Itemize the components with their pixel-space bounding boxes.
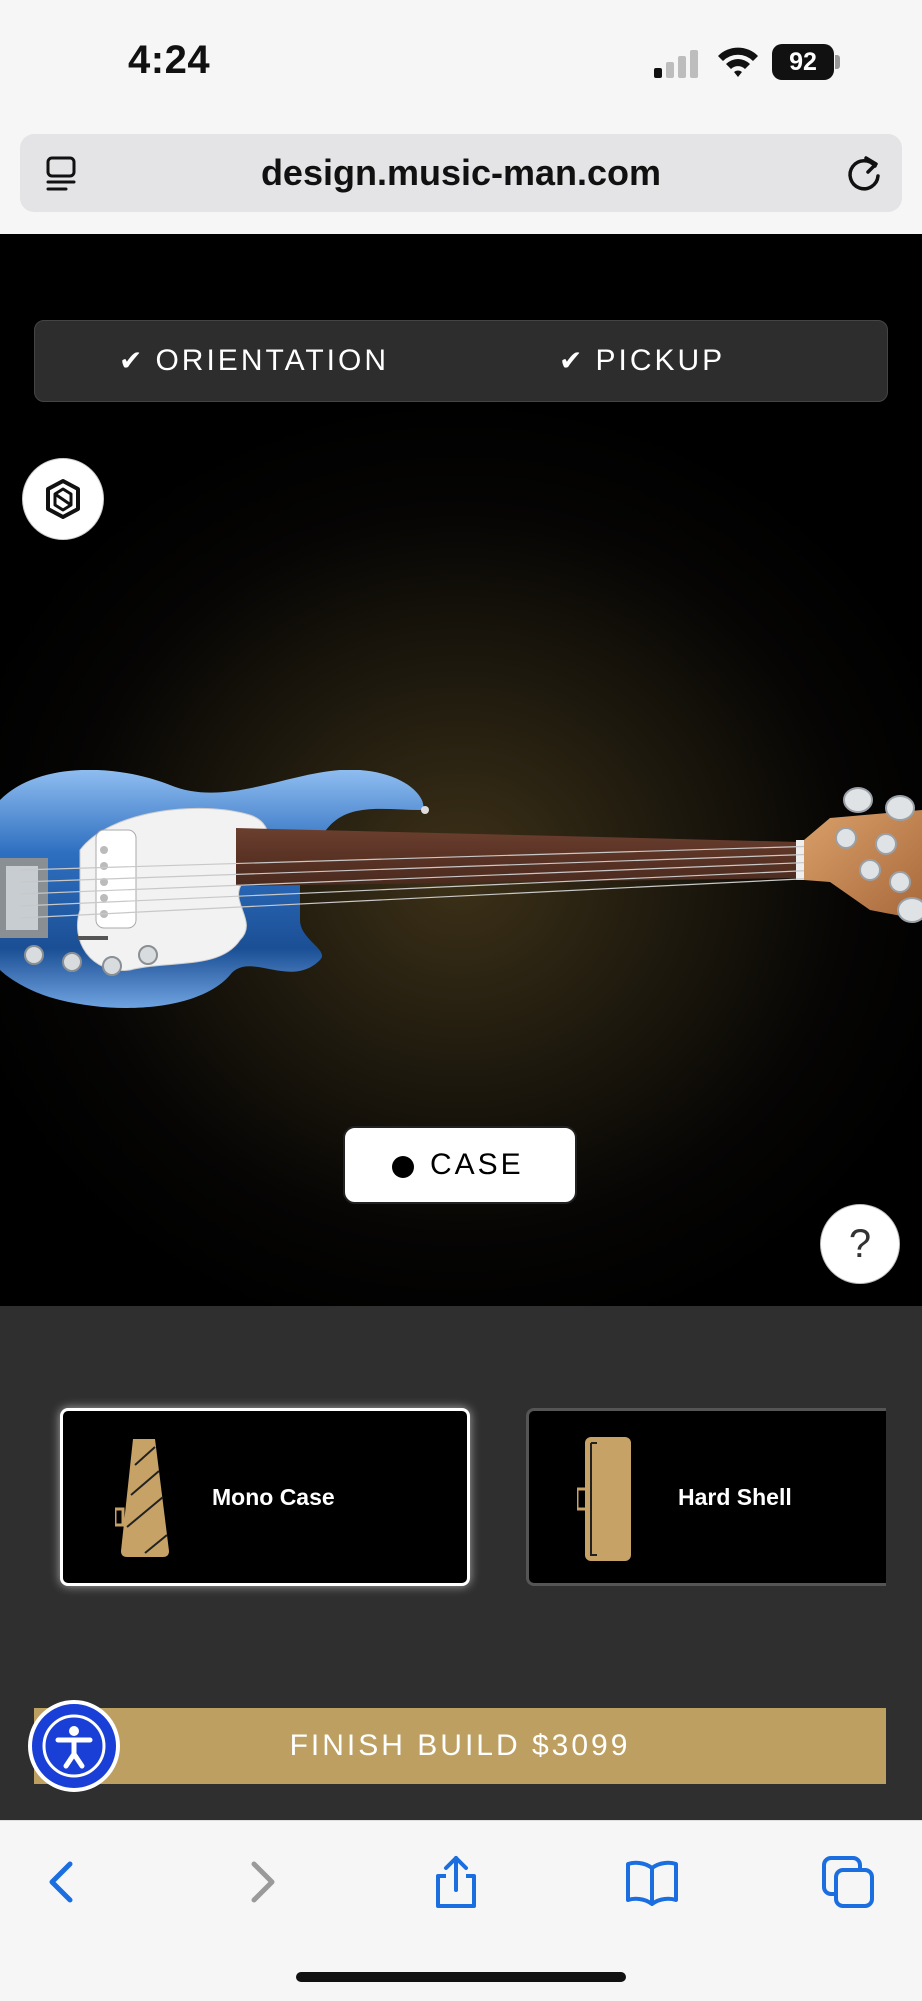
- share-icon[interactable]: [428, 1854, 484, 1910]
- chevron-right-icon[interactable]: [234, 1854, 290, 1910]
- chevron-left-icon[interactable]: [34, 1854, 90, 1910]
- option-card-mono-case[interactable]: Mono Case: [60, 1408, 470, 1586]
- view-toggle-button[interactable]: [22, 458, 104, 540]
- cellular-signal-icon: [654, 50, 698, 78]
- step-label: ORIENTATION: [155, 344, 390, 377]
- help-button[interactable]: ?: [820, 1204, 900, 1284]
- status-time: 4:24: [128, 38, 211, 82]
- tab-overview-icon[interactable]: [44, 155, 80, 193]
- accessibility-button[interactable]: [28, 1700, 120, 1792]
- checkmark-icon: ✔: [559, 345, 586, 376]
- accessibility-icon: [42, 1714, 106, 1778]
- step-pickup[interactable]: ✔ PICKUP: [559, 321, 725, 401]
- current-step-dot: [392, 1156, 414, 1178]
- wifi-icon: [718, 47, 758, 77]
- step-label: PICKUP: [595, 344, 726, 377]
- current-step-label: CASE: [430, 1148, 524, 1181]
- finish-build-button[interactable]: FINISH BUILD $3099: [34, 1708, 886, 1784]
- option-card-hard-shell[interactable]: Hard Shell: [526, 1408, 886, 1586]
- reload-icon[interactable]: [844, 152, 884, 194]
- battery-percent: 92: [789, 48, 817, 76]
- book-icon[interactable]: [624, 1854, 680, 1910]
- tabs-icon[interactable]: [820, 1854, 876, 1910]
- option-label: Mono Case: [212, 1484, 335, 1510]
- cube-icon: [46, 479, 80, 519]
- completed-steps-bar: ✔ ORIENTATION ✔ PICKUP: [34, 320, 888, 402]
- home-indicator: [296, 1972, 626, 1982]
- step-orientation[interactable]: ✔ ORIENTATION: [119, 321, 389, 401]
- checkmark-icon: ✔: [119, 345, 146, 376]
- battery-indicator: 92: [772, 44, 842, 80]
- option-label: Hard Shell: [678, 1484, 792, 1510]
- gig-bag-icon: [115, 1439, 169, 1557]
- hard-case-icon: [577, 1437, 631, 1561]
- url-text[interactable]: design.music-man.com: [0, 134, 922, 212]
- bass-guitar-image: [0, 770, 922, 1008]
